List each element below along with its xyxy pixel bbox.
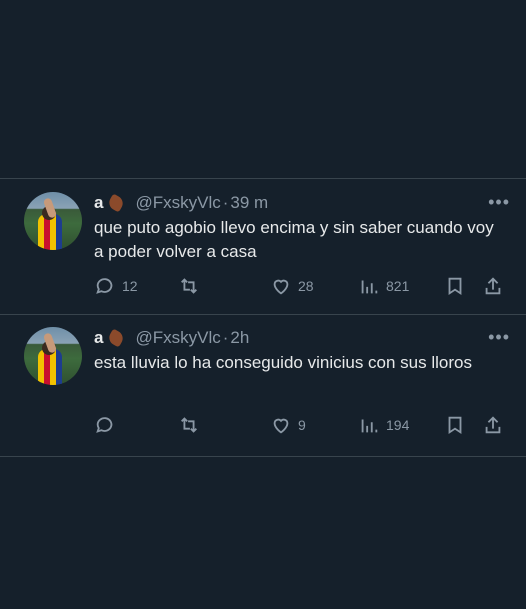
- views-chart-icon: [361, 280, 378, 294]
- avatar[interactable]: [24, 327, 82, 385]
- views-button[interactable]: 194: [358, 414, 409, 436]
- bookmark-button[interactable]: [444, 414, 466, 436]
- tweet-text: esta lluvia lo ha conseguido vinicius co…: [94, 353, 472, 372]
- share-icon: [485, 416, 501, 434]
- separator-dot: ·: [222, 193, 229, 212]
- like-count: 9: [298, 417, 306, 433]
- views-chart-icon: [361, 419, 378, 433]
- bird-emoji-icon: [107, 194, 125, 212]
- user-handle[interactable]: @FxskyVlc: [135, 193, 220, 213]
- heart-icon: [273, 279, 289, 295]
- heart-icon: [273, 418, 289, 434]
- display-name[interactable]: a: [94, 328, 103, 348]
- top-divider: [0, 178, 526, 179]
- reply-icon: [96, 417, 113, 433]
- retweet-button[interactable]: [178, 275, 206, 297]
- share-button[interactable]: [482, 275, 504, 297]
- share-button[interactable]: [482, 414, 504, 436]
- more-options-icon[interactable]: •••: [488, 327, 510, 348]
- display-name[interactable]: a: [94, 193, 103, 213]
- timestamp[interactable]: 2h: [230, 328, 249, 348]
- retweet-icon: [181, 417, 197, 433]
- like-count: 28: [298, 278, 314, 294]
- separator-dot: ·: [222, 328, 229, 347]
- views-button[interactable]: 821: [358, 275, 409, 297]
- bookmark-button[interactable]: [444, 275, 466, 297]
- bird-emoji-icon: [107, 329, 125, 347]
- tweet-header: a @FxskyVlc · 39 m: [94, 192, 268, 214]
- reply-count: 12: [122, 278, 138, 294]
- retweet-button[interactable]: [178, 414, 206, 436]
- tweet-actions: 12 28 821: [94, 274, 514, 298]
- more-options-icon[interactable]: •••: [488, 192, 510, 213]
- retweet-icon: [181, 278, 197, 294]
- avatar[interactable]: [24, 192, 82, 250]
- like-button[interactable]: 28: [270, 275, 314, 297]
- views-count: 194: [386, 417, 410, 433]
- reply-icon: [96, 278, 113, 294]
- bookmark-icon: [448, 416, 462, 435]
- like-button[interactable]: 9: [270, 414, 306, 436]
- bottom-divider: [0, 456, 526, 457]
- reply-button[interactable]: 12: [94, 275, 138, 297]
- tweet-header: a @FxskyVlc · 2h: [94, 327, 249, 349]
- tweet-text: que puto agobio llevo encima y sin saber…: [94, 218, 494, 261]
- reply-button[interactable]: [94, 414, 122, 436]
- tweet[interactable]: a @FxskyVlc · 39 m ••• que puto agobio l…: [0, 180, 526, 313]
- tweet[interactable]: a @FxskyVlc · 2h ••• esta lluvia lo ha c…: [0, 315, 526, 455]
- views-count: 821: [386, 278, 410, 294]
- timestamp[interactable]: 39 m: [230, 193, 268, 213]
- bookmark-icon: [448, 277, 462, 296]
- share-icon: [485, 277, 501, 295]
- tweet-actions: 9 194: [94, 413, 514, 437]
- user-handle[interactable]: @FxskyVlc: [135, 328, 220, 348]
